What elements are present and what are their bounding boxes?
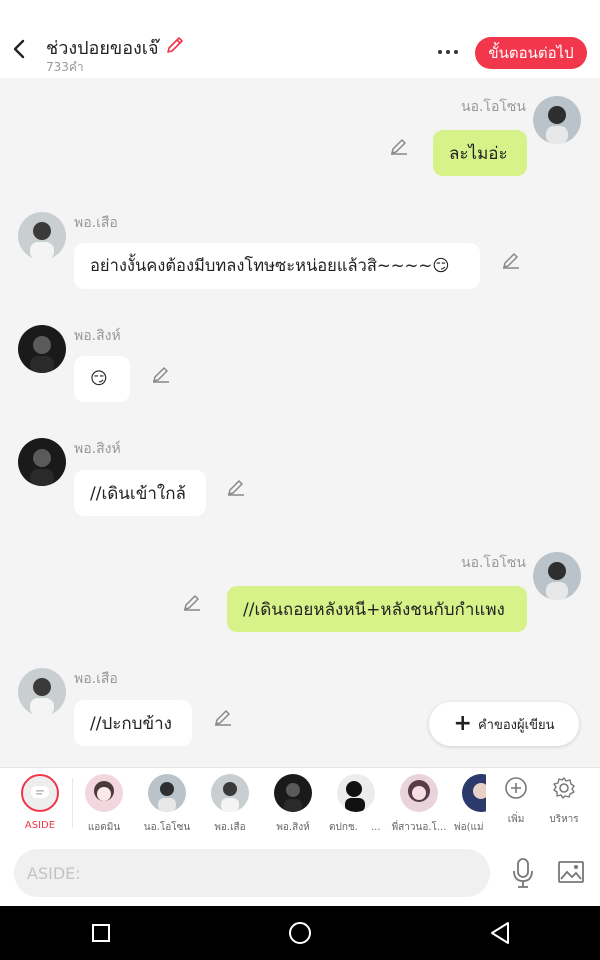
avatar[interactable] xyxy=(18,438,66,486)
avatar xyxy=(274,774,312,812)
chat-area[interactable]: นอ.โอโซน ละไมอ่ะ พอ.เสือ อย่างงั้นคงต้อง… xyxy=(0,78,600,766)
top-bar: ช่วงปอยของเจ๊ 733คำ ขั้นตอนต่อไป xyxy=(0,0,600,78)
avatar xyxy=(148,774,186,812)
message-sender: พอ.สิงห์ xyxy=(74,328,121,344)
avatar[interactable] xyxy=(533,96,581,144)
character-item[interactable]: พ่อ(แม่ xyxy=(446,774,486,835)
edit-message-icon[interactable] xyxy=(151,364,171,384)
author-note-label: คำของผู้เขียน xyxy=(477,717,555,733)
message-sender: นอ.โอโซน xyxy=(461,99,526,115)
avatar xyxy=(337,774,375,812)
character-aside[interactable]: ASIDE xyxy=(9,774,71,831)
composer-bar: ASIDE: xyxy=(0,840,600,906)
character-label: พอ.สิงห์ xyxy=(276,822,310,833)
character-selector: ASIDE แอดมิน นอ.โอโซน พอ.เสือ พอ.สิงห์ ต… xyxy=(0,767,600,841)
message-sender: พอ.สิงห์ xyxy=(74,441,121,457)
character-item[interactable]: พอ.สิงห์ xyxy=(262,774,324,835)
avatar[interactable] xyxy=(18,212,66,260)
add-character-button[interactable]: เพิ่ม xyxy=(491,776,541,827)
edit-message-icon[interactable] xyxy=(213,707,233,727)
manage-button[interactable]: บริหาร xyxy=(539,776,589,827)
plus-circle-icon xyxy=(504,777,528,804)
character-label: ตปกช. xyxy=(329,822,358,833)
manage-label: บริหาร xyxy=(549,814,579,825)
character-label: พอ.เสือ xyxy=(214,822,246,833)
back-icon[interactable] xyxy=(8,34,30,64)
character-label: พี่สาวนอ.โ... xyxy=(391,822,447,833)
character-item[interactable]: พอ.เสือ xyxy=(199,774,261,835)
edit-title-icon[interactable] xyxy=(165,35,185,60)
author-note-button[interactable]: + คำของผู้เขียน xyxy=(429,702,579,746)
avatar[interactable] xyxy=(533,552,581,600)
message-bubble[interactable]: ละไมอ่ะ xyxy=(433,130,527,176)
more-options-icon[interactable] xyxy=(433,40,463,64)
message-bubble[interactable]: //ปะกบข้าง xyxy=(74,700,192,746)
system-nav-bar xyxy=(0,906,600,960)
character-item[interactable]: แอดมิน xyxy=(73,774,135,835)
avatar[interactable] xyxy=(18,668,66,716)
home-icon[interactable] xyxy=(287,919,313,951)
avatar[interactable] xyxy=(18,325,66,373)
back-nav-icon[interactable] xyxy=(488,919,512,951)
avatar xyxy=(462,774,486,812)
plus-icon: + xyxy=(453,711,472,736)
edit-message-icon[interactable] xyxy=(226,477,246,497)
character-label: นอ.โอโซน xyxy=(143,822,191,833)
message-bubble[interactable]: //เดินเข้าใกล้ xyxy=(74,470,206,516)
character-label: ... xyxy=(371,822,381,833)
message-sender: พอ.เสือ xyxy=(74,671,118,687)
edit-message-icon[interactable] xyxy=(182,592,202,612)
chat-bubble-icon xyxy=(21,774,59,812)
edit-message-icon[interactable] xyxy=(501,250,521,270)
avatar xyxy=(85,774,123,812)
message-input[interactable]: ASIDE: xyxy=(14,849,490,897)
edit-message-icon[interactable] xyxy=(389,136,409,156)
character-label: ASIDE xyxy=(24,820,56,831)
word-count: 733คำ xyxy=(46,60,84,74)
character-item[interactable]: นอ.โอโซน xyxy=(136,774,198,835)
character-item[interactable]: พี่สาวนอ.โ... xyxy=(388,774,450,835)
avatar xyxy=(400,774,438,812)
character-label: พ่อ(แม่ xyxy=(454,822,484,833)
message-bubble[interactable]: อย่างงั้นคงต้องมีบทลงโทษซะหน่อยแล้วสิ~~~… xyxy=(74,243,480,289)
recent-apps-icon[interactable] xyxy=(91,919,111,951)
character-label: แอดมิน xyxy=(87,822,121,833)
message-bubble[interactable]: 😏 xyxy=(74,356,130,402)
microphone-icon[interactable] xyxy=(510,857,536,893)
avatar xyxy=(211,774,249,812)
message-sender: นอ.โอโซน xyxy=(461,555,526,571)
next-step-button[interactable]: ขั้นตอนต่อไป xyxy=(475,37,587,69)
add-label: เพิ่ม xyxy=(507,814,525,825)
image-icon[interactable] xyxy=(557,858,585,890)
message-bubble[interactable]: //เดินถอยหลังหนี+หลังชนกับกำแพง xyxy=(227,586,527,632)
gear-icon xyxy=(552,777,576,804)
message-sender: พอ.เสือ xyxy=(74,215,118,231)
